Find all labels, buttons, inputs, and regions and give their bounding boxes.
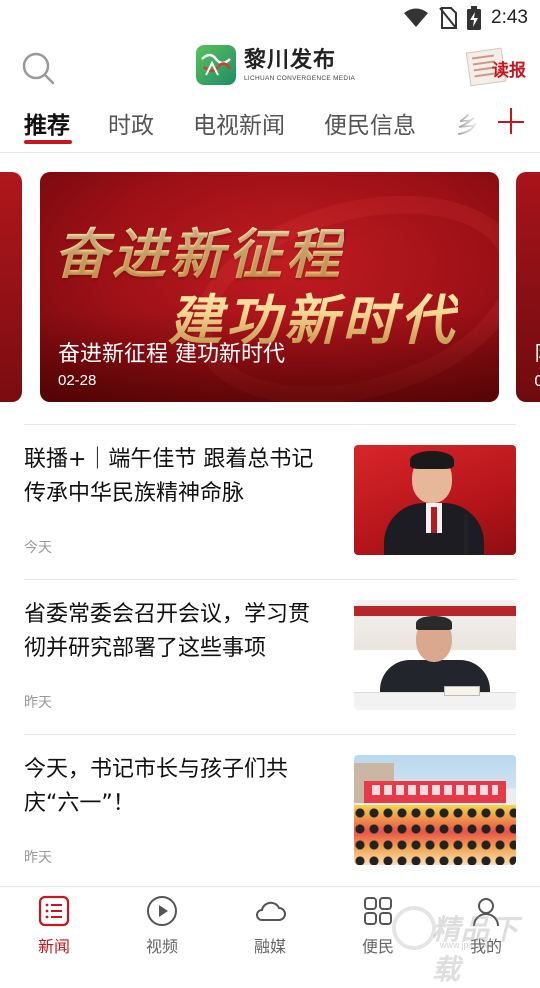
news-title: 省委常委会召开会议，学习贯彻并研究部署了这些事项 [24, 602, 311, 661]
play-circle-icon [147, 896, 177, 926]
nav-label: 我的 [469, 937, 502, 956]
tab-rural[interactable]: 乡 [456, 106, 479, 140]
next-slide-caption: 阝 [534, 337, 540, 366]
banner-caption: 奋进新征程 建功新时代 [58, 342, 285, 367]
active-tab-indicator [24, 140, 72, 144]
news-title: 联播+｜端午佳节 跟着总书记传承中华民族精神命脉 [24, 447, 314, 506]
list-item[interactable]: 省委常委会召开会议，学习贯彻并研究部署了这些事项 昨天 [24, 579, 516, 734]
nav-service[interactable]: 便民 [338, 895, 418, 957]
list-item[interactable]: 联播+｜端午佳节 跟着总书记传承中华民族精神命脉 今天 [24, 424, 516, 579]
read-paper-label: 读报 [492, 61, 526, 81]
tab-politics[interactable]: 时政 [108, 106, 154, 140]
next-slide-date: 0 [534, 372, 540, 390]
logo-title: 黎川发布 [244, 47, 337, 73]
carousel-banner[interactable]: 奋进新征程 建功新时代 奋进新征程 建功新时代 02-28 [40, 172, 499, 402]
search-button[interactable] [20, 50, 56, 86]
status-time: 2:43 [491, 7, 528, 28]
news-time: 昨天 [24, 850, 52, 866]
logo-subtitle: LICHUAN CONVERGENCE MEDIA [244, 74, 356, 82]
wifi-icon [404, 8, 429, 27]
app-header: 黎川发布 LICHUAN CONVERGENCE MEDIA 读报 [0, 36, 540, 96]
nav-video[interactable]: 视频 [122, 895, 202, 957]
nav-media[interactable]: 融媒 [230, 895, 310, 957]
news-time: 昨天 [24, 695, 52, 711]
no-sim-icon [439, 7, 458, 29]
nav-label: 新闻 [37, 937, 70, 956]
app-logo: 黎川发布 LICHUAN CONVERGENCE MEDIA [196, 45, 355, 85]
status-icons: 2:43 [403, 6, 528, 30]
news-title: 今天，书记市长与孩子们共庆“六一”！ [24, 757, 289, 816]
bottom-nav: 新闻 视频 融媒 便民 我的 [0, 886, 540, 961]
nav-label: 融媒 [253, 937, 286, 956]
list-item[interactable]: 今天，书记市长与孩子们共庆“六一”！ 昨天 [24, 734, 516, 889]
battery-charging-icon [467, 6, 482, 30]
news-thumbnail [354, 600, 516, 710]
read-paper-button[interactable]: 读报 [465, 47, 526, 87]
banner-date: 02-28 [58, 372, 97, 389]
nav-label: 便民 [361, 937, 394, 956]
cloud-icon [256, 901, 286, 921]
nav-news[interactable]: 新闻 [14, 895, 94, 957]
plus-icon[interactable] [498, 108, 526, 136]
news-thumbnail [354, 755, 516, 865]
news-thumbnail [354, 445, 516, 555]
nav-profile[interactable]: 我的 [446, 895, 526, 957]
news-list-icon [38, 895, 70, 927]
user-icon [473, 898, 499, 927]
logo-mark-icon [196, 45, 236, 85]
news-list: 联播+｜端午佳节 跟着总书记传承中华民族精神命脉 今天 省委常委会召开会议，学习… [24, 424, 516, 889]
nav-label: 视频 [145, 937, 178, 956]
channel-tabs: 推荐 时政 电视新闻 便民信息 乡 [0, 96, 540, 153]
status-bar: 2:43 [0, 0, 540, 36]
news-time: 今天 [24, 540, 52, 556]
carousel-prev-slide[interactable] [0, 172, 22, 402]
tab-recommend[interactable]: 推荐 [24, 106, 70, 140]
grid-icon [364, 897, 392, 925]
tab-public-info[interactable]: 便民信息 [324, 106, 416, 140]
tab-tv-news[interactable]: 电视新闻 [193, 106, 285, 140]
search-icon [22, 52, 55, 85]
carousel-next-slide[interactable]: 阝 0 [516, 172, 540, 402]
